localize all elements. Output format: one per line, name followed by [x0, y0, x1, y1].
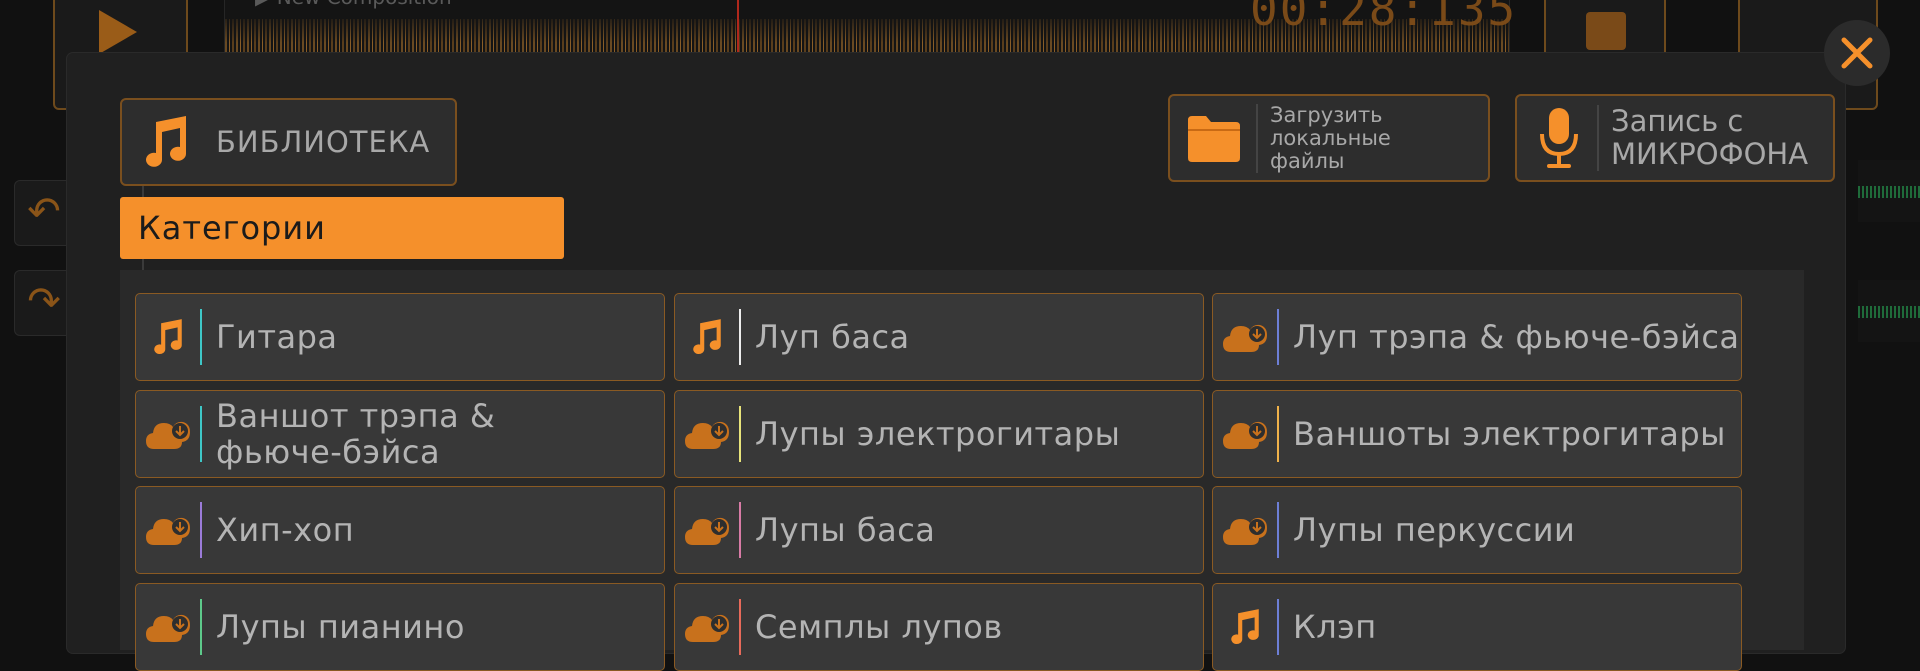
cloud-download-icon	[136, 487, 200, 573]
category-label: Ваншот трэпа & фьюче-бэйса	[216, 397, 496, 471]
cloud-download-icon	[1213, 391, 1277, 477]
category-label: Хип-хоп	[216, 511, 355, 549]
load-local-files-label: Загрузить локальные файлы	[1256, 103, 1391, 173]
category-card[interactable]: Ваншоты электрогитары	[1212, 390, 1742, 478]
category-label: Лупы пианино	[216, 608, 465, 646]
category-color-divider	[200, 406, 202, 462]
category-card[interactable]: Лупы электрогитары	[674, 390, 1204, 478]
category-label: Гитара	[216, 318, 338, 356]
category-card[interactable]: Лупы перкуссии	[1212, 486, 1742, 574]
category-label: Лупы электрогитары	[755, 415, 1121, 453]
cloud-download-icon	[675, 487, 739, 573]
playhead[interactable]	[737, 0, 739, 53]
category-card[interactable]: Лупы баса	[674, 486, 1204, 574]
category-color-divider	[739, 502, 741, 558]
microphone-icon	[1540, 108, 1578, 168]
folder-icon	[1188, 116, 1240, 162]
music-note-icon	[1213, 584, 1277, 670]
cloud-download-icon	[1213, 487, 1277, 573]
play-icon	[99, 10, 137, 54]
category-label: Семплы лупов	[755, 608, 1003, 646]
category-color-divider	[739, 599, 741, 655]
category-card[interactable]: Ваншот трэпа & фьюче-бэйса	[135, 390, 665, 478]
music-note-icon	[136, 294, 200, 380]
category-color-divider	[739, 309, 741, 365]
library-button[interactable]: БИБЛИОТЕКА	[120, 98, 457, 186]
time-display: 00:28:135	[1250, 0, 1518, 36]
load-local-files-button[interactable]: Загрузить локальные файлы	[1168, 94, 1490, 182]
library-label: БИБЛИОТЕКА	[216, 125, 431, 159]
category-label: Лупы перкуссии	[1293, 511, 1576, 549]
category-color-divider	[200, 599, 202, 655]
category-label: Луп трэпа & фьюче-бэйса	[1293, 318, 1740, 356]
category-color-divider	[200, 309, 202, 365]
track-waveform	[1858, 280, 1920, 342]
category-color-divider	[1277, 599, 1279, 655]
category-label: Ваншоты электрогитары	[1293, 415, 1726, 453]
category-card[interactable]: Хип-хоп	[135, 486, 665, 574]
composition-title: ▶ New Composition	[255, 0, 452, 9]
cloud-download-icon	[675, 584, 739, 670]
category-color-divider	[1277, 406, 1279, 462]
music-note-icon	[146, 116, 186, 167]
record-microphone-label: Запись с МИКРОФОНА	[1597, 105, 1808, 171]
redo-button[interactable]: ↷	[14, 270, 74, 336]
category-card[interactable]: Семплы лупов	[674, 583, 1204, 671]
save-icon	[1586, 12, 1626, 50]
close-button[interactable]	[1824, 20, 1890, 86]
cloud-download-icon	[136, 584, 200, 670]
record-microphone-button[interactable]: Запись с МИКРОФОНА	[1515, 94, 1835, 182]
category-label: Луп баса	[755, 318, 910, 356]
close-icon	[1841, 37, 1873, 69]
category-card[interactable]: Луп баса	[674, 293, 1204, 381]
cloud-download-icon	[675, 391, 739, 477]
tab-categories-label: Категории	[138, 209, 326, 247]
track-waveform	[1858, 160, 1920, 222]
cloud-download-icon	[1213, 294, 1277, 380]
category-color-divider	[200, 502, 202, 558]
undo-button[interactable]: ↶	[14, 180, 74, 246]
tab-categories[interactable]: Категории	[120, 197, 564, 259]
category-color-divider	[1277, 502, 1279, 558]
category-color-divider	[739, 406, 741, 462]
category-label: Лупы баса	[755, 511, 936, 549]
category-card[interactable]: Лупы пианино	[135, 583, 665, 671]
category-card[interactable]: Луп трэпа & фьюче-бэйса	[1212, 293, 1742, 381]
music-note-icon	[675, 294, 739, 380]
category-label: Клэп	[1293, 608, 1377, 646]
cloud-download-icon	[136, 391, 200, 477]
category-card[interactable]: Гитара	[135, 293, 665, 381]
category-card[interactable]: Клэп	[1212, 583, 1742, 671]
category-color-divider	[1277, 309, 1279, 365]
